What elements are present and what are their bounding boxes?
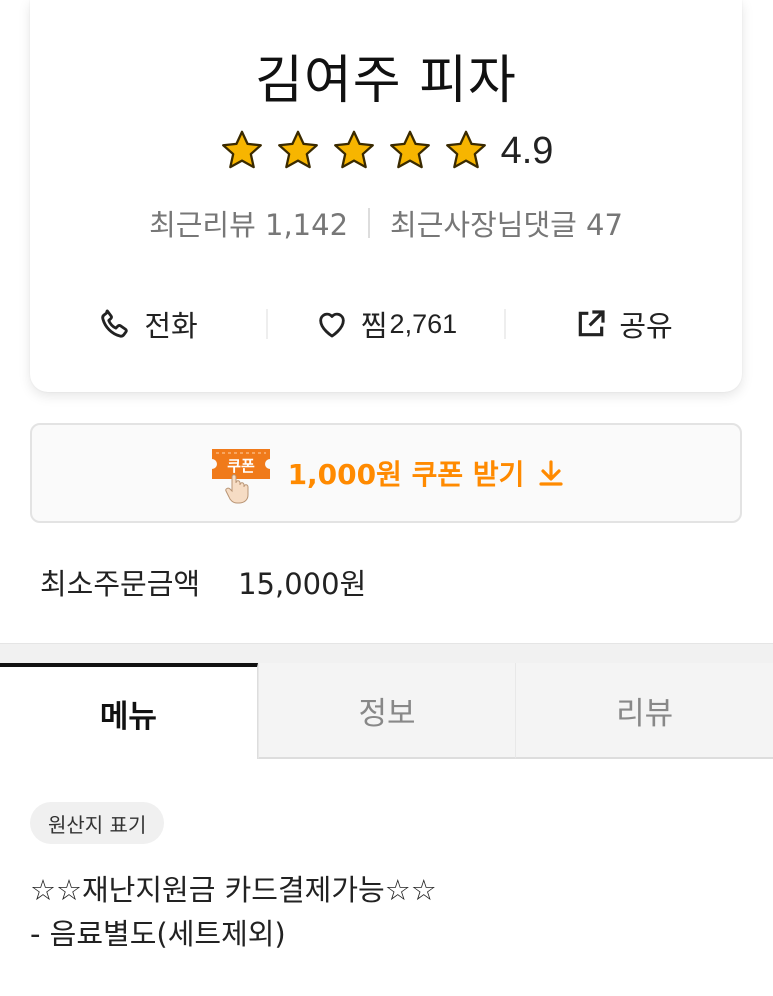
- coupon-ticket-icon: 쿠폰: [208, 441, 274, 505]
- origin-label-chip[interactable]: 원산지 표기: [30, 802, 165, 844]
- notice-line: ☆☆재난지원금 카드결제가능☆☆: [30, 873, 437, 907]
- star-icon: [333, 130, 374, 169]
- coupon-label: 1,000원 쿠폰 받기: [287, 458, 525, 491]
- star-icon: [221, 130, 262, 169]
- store-info-card: 김여주 피자 4.9 최근리뷰 1,142 최근사장님댓글 47 전화 찜 2,…: [30, 0, 742, 392]
- heart-icon: [319, 312, 345, 338]
- store-actions: 전화 찜 2,761 공유: [30, 300, 742, 348]
- min-order-value: 15,000원: [238, 567, 367, 601]
- stats-divider: [368, 208, 371, 238]
- call-button[interactable]: 전화: [30, 303, 266, 345]
- tab-info[interactable]: 정보: [257, 663, 516, 759]
- store-name: 김여주 피자: [255, 51, 517, 111]
- rating-value: 4.9: [500, 129, 554, 172]
- review-stats: 최근리뷰 1,142 최근사장님댓글 47: [30, 203, 742, 243]
- menu-notice: ☆☆재난지원금 카드결제가능☆☆ - 음료별도(세트제외): [30, 868, 437, 956]
- star-icon: [389, 130, 430, 169]
- like-label: 찜: [360, 309, 388, 343]
- section-divider: [0, 643, 773, 663]
- like-button[interactable]: 찜 2,761: [268, 303, 504, 345]
- owner-comments-count: 47: [586, 208, 623, 242]
- call-label: 전화: [144, 309, 198, 343]
- like-count: 2,761: [389, 308, 458, 339]
- owner-comments-link[interactable]: 최근사장님댓글 47: [390, 202, 623, 244]
- recent-reviews-count: 1,142: [265, 208, 349, 242]
- min-order-label: 최소주문금액: [40, 567, 201, 601]
- tab-reviews[interactable]: 리뷰: [515, 663, 773, 759]
- notice-line: - 음료별도(세트제외): [30, 917, 286, 951]
- recent-reviews-link[interactable]: 최근리뷰 1,142: [149, 202, 348, 244]
- star-icon: [277, 130, 318, 169]
- recent-reviews-label: 최근리뷰: [149, 208, 256, 242]
- owner-comments-label: 최근사장님댓글: [390, 208, 577, 242]
- tab-menu[interactable]: 메뉴: [0, 663, 258, 759]
- share-button[interactable]: 공유: [506, 303, 742, 345]
- coupon-ticket-text: 쿠폰: [227, 457, 255, 475]
- download-arrow-icon: [539, 460, 564, 486]
- phone-icon: [101, 309, 129, 338]
- share-label: 공유: [619, 309, 673, 343]
- store-tabs: 메뉴 정보 리뷰: [0, 663, 773, 759]
- rating-row: 4.9: [30, 128, 742, 174]
- coupon-download-button[interactable]: 쿠폰 1,000원 쿠폰 받기: [30, 423, 742, 523]
- star-icon: [445, 130, 486, 169]
- min-order-row: 최소주문금액 15,000원: [40, 560, 366, 604]
- share-icon: [579, 310, 605, 337]
